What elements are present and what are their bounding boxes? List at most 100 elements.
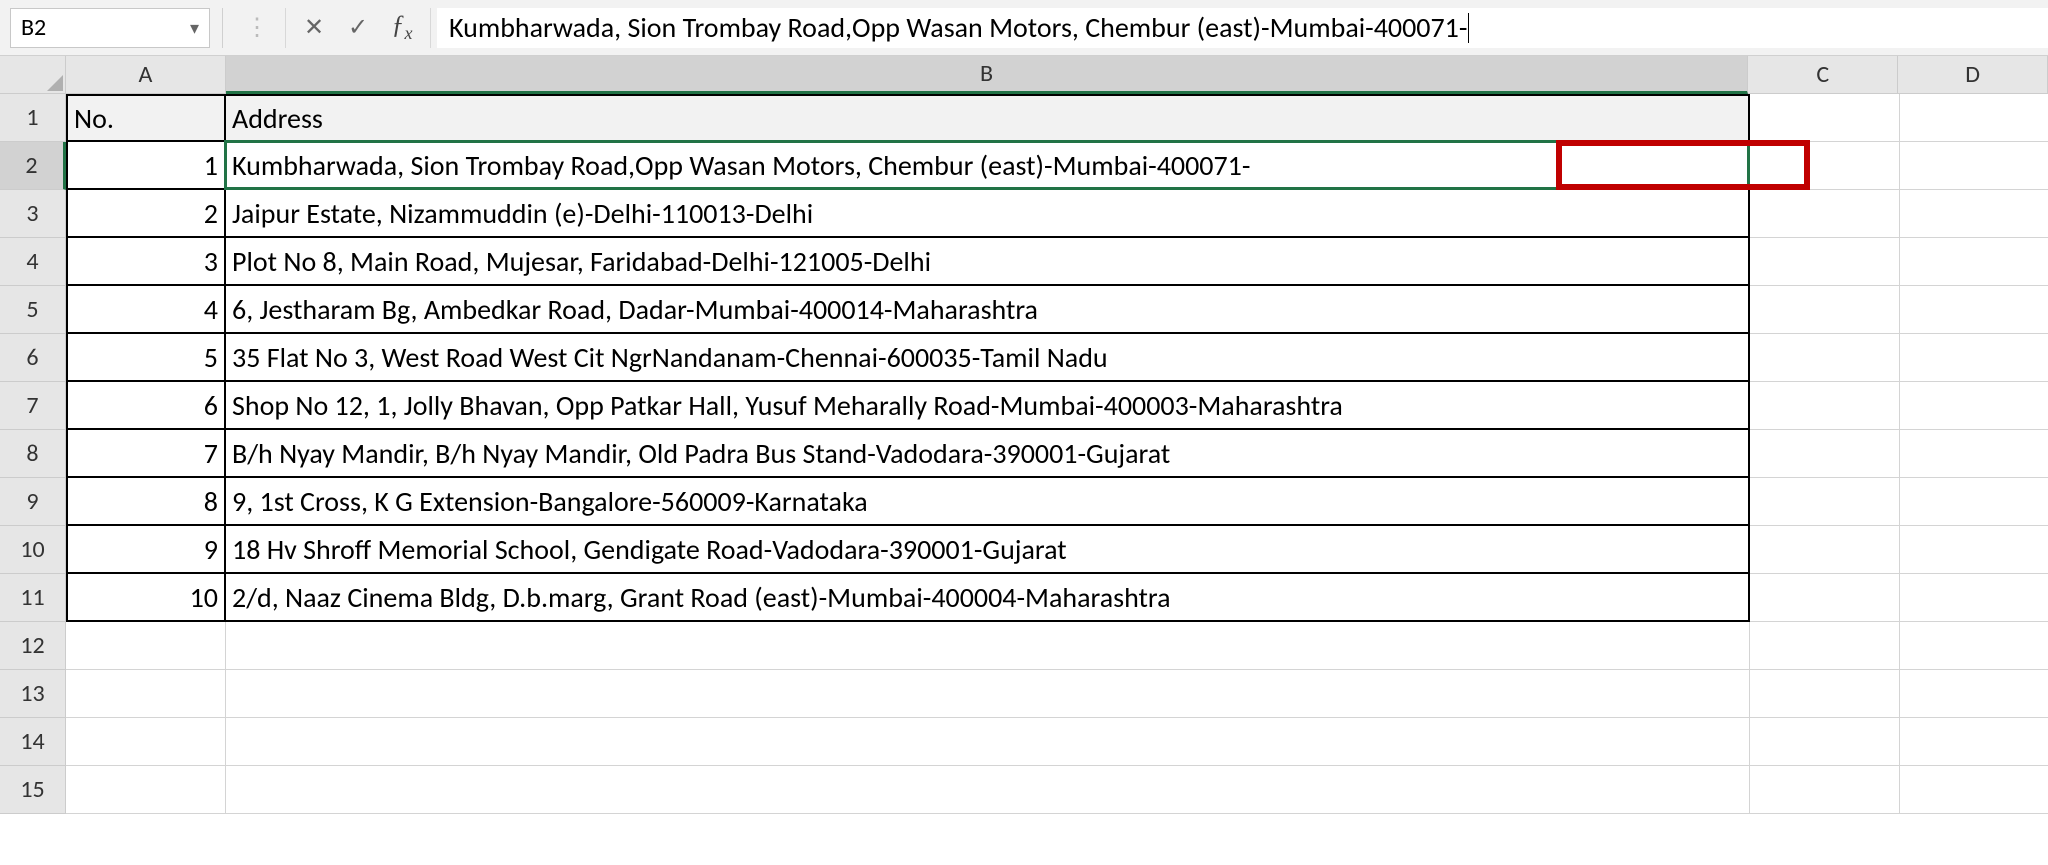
cell-A14[interactable] [66,718,226,766]
row-header-14[interactable]: 14 [0,718,66,766]
name-box[interactable]: B2 ▾ [10,8,210,48]
column-header-B[interactable]: B [226,56,1748,94]
cell-A6[interactable]: 5 [66,334,226,382]
cell-A15[interactable] [66,766,226,814]
cell-C11[interactable] [1750,574,1900,622]
cell-B10[interactable]: 18 Hv Shroff Memorial School, Gendigate … [226,526,1750,574]
column-headers: ABCD [66,56,2048,94]
cell-C3[interactable] [1750,190,1900,238]
cell-C1[interactable] [1750,94,1900,142]
cell-C15[interactable] [1750,766,1900,814]
cell-D3[interactable] [1900,190,2048,238]
x-icon: ✕ [304,13,324,42]
separator [285,8,286,48]
cell-B6[interactable]: 35 Flat No 3, West Road West Cit NgrNand… [226,334,1750,382]
cell-A3[interactable]: 2 [66,190,226,238]
cell-C2[interactable] [1750,142,1900,190]
column-header-D[interactable]: D [1898,56,2048,94]
row-header-3[interactable]: 3 [0,190,66,238]
separator [222,8,223,48]
cell-D10[interactable] [1900,526,2048,574]
enter-button[interactable]: ✓ [336,8,380,48]
row-header-9[interactable]: 9 [0,478,66,526]
cell-D14[interactable] [1900,718,2048,766]
fx-icon: ƒx [392,10,413,44]
cell-D2[interactable] [1900,142,2048,190]
cell-D4[interactable] [1900,238,2048,286]
cell-C6[interactable] [1750,334,1900,382]
formula-text: Kumbharwada, Sion Trombay Road,Opp Wasan… [449,10,1467,45]
row-header-11[interactable]: 11 [0,574,66,622]
select-all-corner[interactable] [0,56,66,94]
cell-C14[interactable] [1750,718,1900,766]
cell-D9[interactable] [1900,478,2048,526]
row-header-6[interactable]: 6 [0,334,66,382]
cell-D1[interactable] [1900,94,2048,142]
formula-bar: B2 ▾ ⋮ ✕ ✓ ƒx Kumbharwada, Sion Trombay … [0,0,2048,56]
cell-A12[interactable] [66,622,226,670]
cell-D13[interactable] [1900,670,2048,718]
row-header-13[interactable]: 13 [0,670,66,718]
cell-A9[interactable]: 8 [66,478,226,526]
cell-B2[interactable]: Kumbharwada, Sion Trombay Road,Opp Wasan… [226,142,1750,190]
cell-D6[interactable] [1900,334,2048,382]
cancel-button[interactable]: ✕ [292,8,336,48]
cell-C7[interactable] [1750,382,1900,430]
cells-area: No.Address1Kumbharwada, Sion Trombay Roa… [66,94,2048,814]
cell-B1[interactable]: Address [226,94,1750,142]
cell-A4[interactable]: 3 [66,238,226,286]
row-headers: 123456789101112131415 [0,94,66,814]
cell-B9[interactable]: 9, 1st Cross, K G Extension-Bangalore-56… [226,478,1750,526]
cell-A11[interactable]: 10 [66,574,226,622]
cell-B4[interactable]: Plot No 8, Main Road, Mujesar, Faridabad… [226,238,1750,286]
cell-D5[interactable] [1900,286,2048,334]
cell-B3[interactable]: Jaipur Estate, Nizammuddin (e)-Delhi-110… [226,190,1750,238]
cell-B15[interactable] [226,766,1750,814]
chevron-down-icon[interactable]: ▾ [190,17,199,39]
cell-B7[interactable]: Shop No 12, 1, Jolly Bhavan, Opp Patkar … [226,382,1750,430]
row-header-7[interactable]: 7 [0,382,66,430]
row-header-10[interactable]: 10 [0,526,66,574]
cell-A7[interactable]: 6 [66,382,226,430]
name-box-value: B2 [21,13,46,42]
row-header-2[interactable]: 2 [0,142,66,190]
row-header-8[interactable]: 8 [0,430,66,478]
cell-B13[interactable] [226,670,1750,718]
cell-D15[interactable] [1900,766,2048,814]
cell-D7[interactable] [1900,382,2048,430]
cell-A1[interactable]: No. [66,94,226,142]
separator [430,8,431,48]
cell-C8[interactable] [1750,430,1900,478]
cell-D12[interactable] [1900,622,2048,670]
row-header-1[interactable]: 1 [0,94,66,142]
row-header-5[interactable]: 5 [0,286,66,334]
cell-A2[interactable]: 1 [66,142,226,190]
column-header-C[interactable]: C [1748,56,1898,94]
cell-D11[interactable] [1900,574,2048,622]
insert-function-button[interactable]: ƒx [380,8,424,48]
row-header-12[interactable]: 12 [0,622,66,670]
formula-input[interactable]: Kumbharwada, Sion Trombay Road,Opp Wasan… [437,8,2048,48]
cell-A13[interactable] [66,670,226,718]
cell-B5[interactable]: 6, Jestharam Bg, Ambedkar Road, Dadar-Mu… [226,286,1750,334]
cell-B11[interactable]: 2/d, Naaz Cinema Bldg, D.b.marg, Grant R… [226,574,1750,622]
expand-icon[interactable]: ⋮ [235,8,279,48]
check-icon: ✓ [348,13,368,42]
cell-D8[interactable] [1900,430,2048,478]
row-header-15[interactable]: 15 [0,766,66,814]
cell-C4[interactable] [1750,238,1900,286]
text-caret [1468,13,1469,43]
cell-B14[interactable] [226,718,1750,766]
cell-A8[interactable]: 7 [66,430,226,478]
cell-C13[interactable] [1750,670,1900,718]
cell-C5[interactable] [1750,286,1900,334]
cell-A10[interactable]: 9 [66,526,226,574]
cell-A5[interactable]: 4 [66,286,226,334]
column-header-A[interactable]: A [66,56,226,94]
cell-C9[interactable] [1750,478,1900,526]
cell-B8[interactable]: B/h Nyay Mandir, B/h Nyay Mandir, Old Pa… [226,430,1750,478]
row-header-4[interactable]: 4 [0,238,66,286]
cell-C10[interactable] [1750,526,1900,574]
cell-B12[interactable] [226,622,1750,670]
cell-C12[interactable] [1750,622,1900,670]
